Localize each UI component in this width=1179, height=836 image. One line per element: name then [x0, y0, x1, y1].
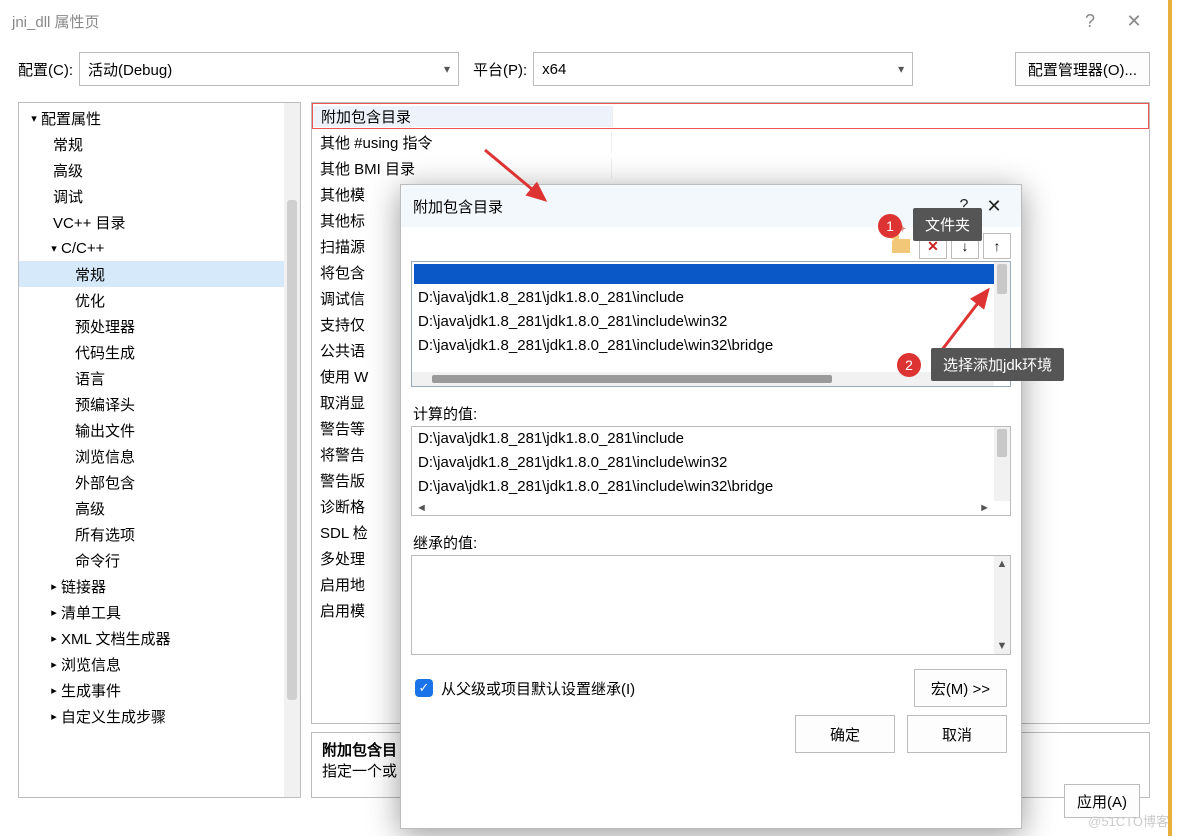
scrollbar-thumb[interactable]: [432, 375, 832, 383]
config-row: 配置(C): 活动(Debug) ▾ 平台(P): x64 ▾ 配置管理器(O)…: [0, 42, 1168, 96]
scrollbar-thumb[interactable]: [287, 200, 297, 700]
tree-item[interactable]: ▸清单工具: [19, 599, 300, 625]
list-item[interactable]: D:\java\jdk1.8_281\jdk1.8.0_281\include\…: [412, 310, 1010, 334]
scrollbar-thumb[interactable]: [997, 429, 1007, 457]
scrollbar[interactable]: [284, 103, 300, 797]
tree-item[interactable]: 所有选项: [19, 521, 300, 547]
annotation-tip-2: 选择添加jdk环境: [931, 348, 1064, 381]
help-button[interactable]: ?: [1068, 11, 1112, 32]
tree-item[interactable]: 命令行: [19, 547, 300, 573]
platform-combo[interactable]: x64 ▾: [533, 52, 913, 86]
tree-item[interactable]: 输出文件: [19, 417, 300, 443]
additional-include-dirs-dialog: 附加包含目录 ? ✕ ✦ ✕ ↓ ↑ D:\java\jdk1.8_281\jd…: [400, 184, 1022, 829]
h-scrollbar[interactable]: ◄►: [412, 501, 994, 515]
inherited-values: ▲▼: [411, 555, 1011, 655]
tree-item[interactable]: 调试: [19, 183, 300, 209]
tree-item[interactable]: 常规: [19, 261, 300, 287]
tree-item[interactable]: 常规: [19, 131, 300, 157]
tree-item[interactable]: ▸自定义生成步骤: [19, 703, 300, 729]
tree-item[interactable]: 优化: [19, 287, 300, 313]
arrow-down-icon[interactable]: ▼: [995, 638, 1010, 654]
macros-button[interactable]: 宏(M) >>: [914, 669, 1007, 707]
tree-item[interactable]: 语言: [19, 365, 300, 391]
window-title: jni_dll 属性页: [12, 11, 1068, 32]
property-row[interactable]: 附加包含目录: [312, 103, 1149, 129]
inherited-label: 继承的值:: [401, 516, 1021, 555]
tree-item[interactable]: 预编译头: [19, 391, 300, 417]
list-item: D:\java\jdk1.8_281\jdk1.8.0_281\include\…: [412, 451, 1010, 475]
annotation-tip-1: 文件夹: [913, 208, 982, 241]
config-combo[interactable]: 活动(Debug) ▾: [79, 52, 459, 86]
tree-item[interactable]: ▸链接器: [19, 573, 300, 599]
arrow-up-icon[interactable]: ▲: [995, 556, 1010, 572]
tree-item[interactable]: ▾配置属性: [19, 105, 300, 131]
chevron-down-icon: ▾: [898, 62, 904, 76]
property-label: 附加包含目录: [313, 106, 613, 127]
platform-label: 平台(P):: [473, 59, 527, 80]
calculated-label: 计算的值:: [401, 387, 1021, 426]
inherit-checkbox-label: 从父级或项目默认设置继承(I): [441, 678, 635, 699]
tree-item[interactable]: ▸生成事件: [19, 677, 300, 703]
tree-item[interactable]: ▸浏览信息: [19, 651, 300, 677]
config-label: 配置(C):: [18, 59, 73, 80]
scrollbar[interactable]: ▲▼: [994, 556, 1010, 654]
tree-item[interactable]: 浏览信息: [19, 443, 300, 469]
cancel-button[interactable]: 取消: [907, 715, 1007, 753]
tree-item[interactable]: ▾C/C++: [19, 235, 300, 261]
tree-item[interactable]: 高级: [19, 157, 300, 183]
arrow-left-icon[interactable]: ◄: [416, 502, 427, 514]
tree-item[interactable]: 预处理器: [19, 313, 300, 339]
inherit-checkbox[interactable]: ✓: [415, 679, 433, 697]
move-up-button[interactable]: ↑: [983, 233, 1011, 259]
tree-item[interactable]: 代码生成: [19, 339, 300, 365]
property-row[interactable]: 其他 BMI 目录: [312, 155, 1149, 181]
chevron-down-icon: ▾: [444, 62, 450, 76]
tree-item[interactable]: 高级: [19, 495, 300, 521]
selected-empty-row[interactable]: [414, 264, 1008, 284]
tree-item[interactable]: 外部包含: [19, 469, 300, 495]
scrollbar-thumb[interactable]: [997, 264, 1007, 294]
category-tree[interactable]: ▾配置属性常规高级调试VC++ 目录▾C/C++常规优化预处理器代码生成语言预编…: [18, 102, 301, 798]
inherit-checkbox-row: ✓ 从父级或项目默认设置继承(I) 宏(M) >>: [401, 655, 1021, 715]
list-item[interactable]: D:\java\jdk1.8_281\jdk1.8.0_281\include\…: [412, 334, 1010, 358]
property-row[interactable]: 其他 #using 指令: [312, 129, 1149, 155]
list-item[interactable]: D:\java\jdk1.8_281\jdk1.8.0_281\include: [412, 286, 1010, 310]
folder-icon: [892, 239, 910, 253]
platform-value: x64: [542, 61, 566, 78]
list-item: D:\java\jdk1.8_281\jdk1.8.0_281\include: [412, 427, 1010, 451]
calculated-values: D:\java\jdk1.8_281\jdk1.8.0_281\include …: [411, 426, 1011, 516]
property-label: 其他 #using 指令: [312, 132, 612, 153]
dialog-close-button[interactable]: ✕: [979, 196, 1009, 217]
close-button[interactable]: ✕: [1112, 11, 1156, 32]
paths-list[interactable]: D:\java\jdk1.8_281\jdk1.8.0_281\include …: [411, 261, 1011, 387]
config-value: 活动(Debug): [88, 59, 172, 80]
dialog-button-row: 确定 取消: [401, 715, 1021, 767]
annotation-badge-1: 1: [878, 214, 902, 238]
list-item: D:\java\jdk1.8_281\jdk1.8.0_281\include\…: [412, 475, 1010, 499]
ok-button[interactable]: 确定: [795, 715, 895, 753]
annotation-badge-2: 2: [897, 353, 921, 377]
tree-item[interactable]: VC++ 目录: [19, 209, 300, 235]
dialog-title: 附加包含目录: [413, 196, 949, 217]
scrollbar[interactable]: [994, 427, 1010, 501]
arrow-right-icon[interactable]: ►: [979, 502, 990, 514]
apply-button[interactable]: 应用(A): [1064, 784, 1140, 818]
tree-item[interactable]: ▸XML 文档生成器: [19, 625, 300, 651]
config-manager-button[interactable]: 配置管理器(O)...: [1015, 52, 1150, 86]
property-label: 其他 BMI 目录: [312, 158, 612, 179]
titlebar: jni_dll 属性页 ? ✕: [0, 0, 1168, 42]
window-footer: 应用(A): [1064, 784, 1140, 818]
